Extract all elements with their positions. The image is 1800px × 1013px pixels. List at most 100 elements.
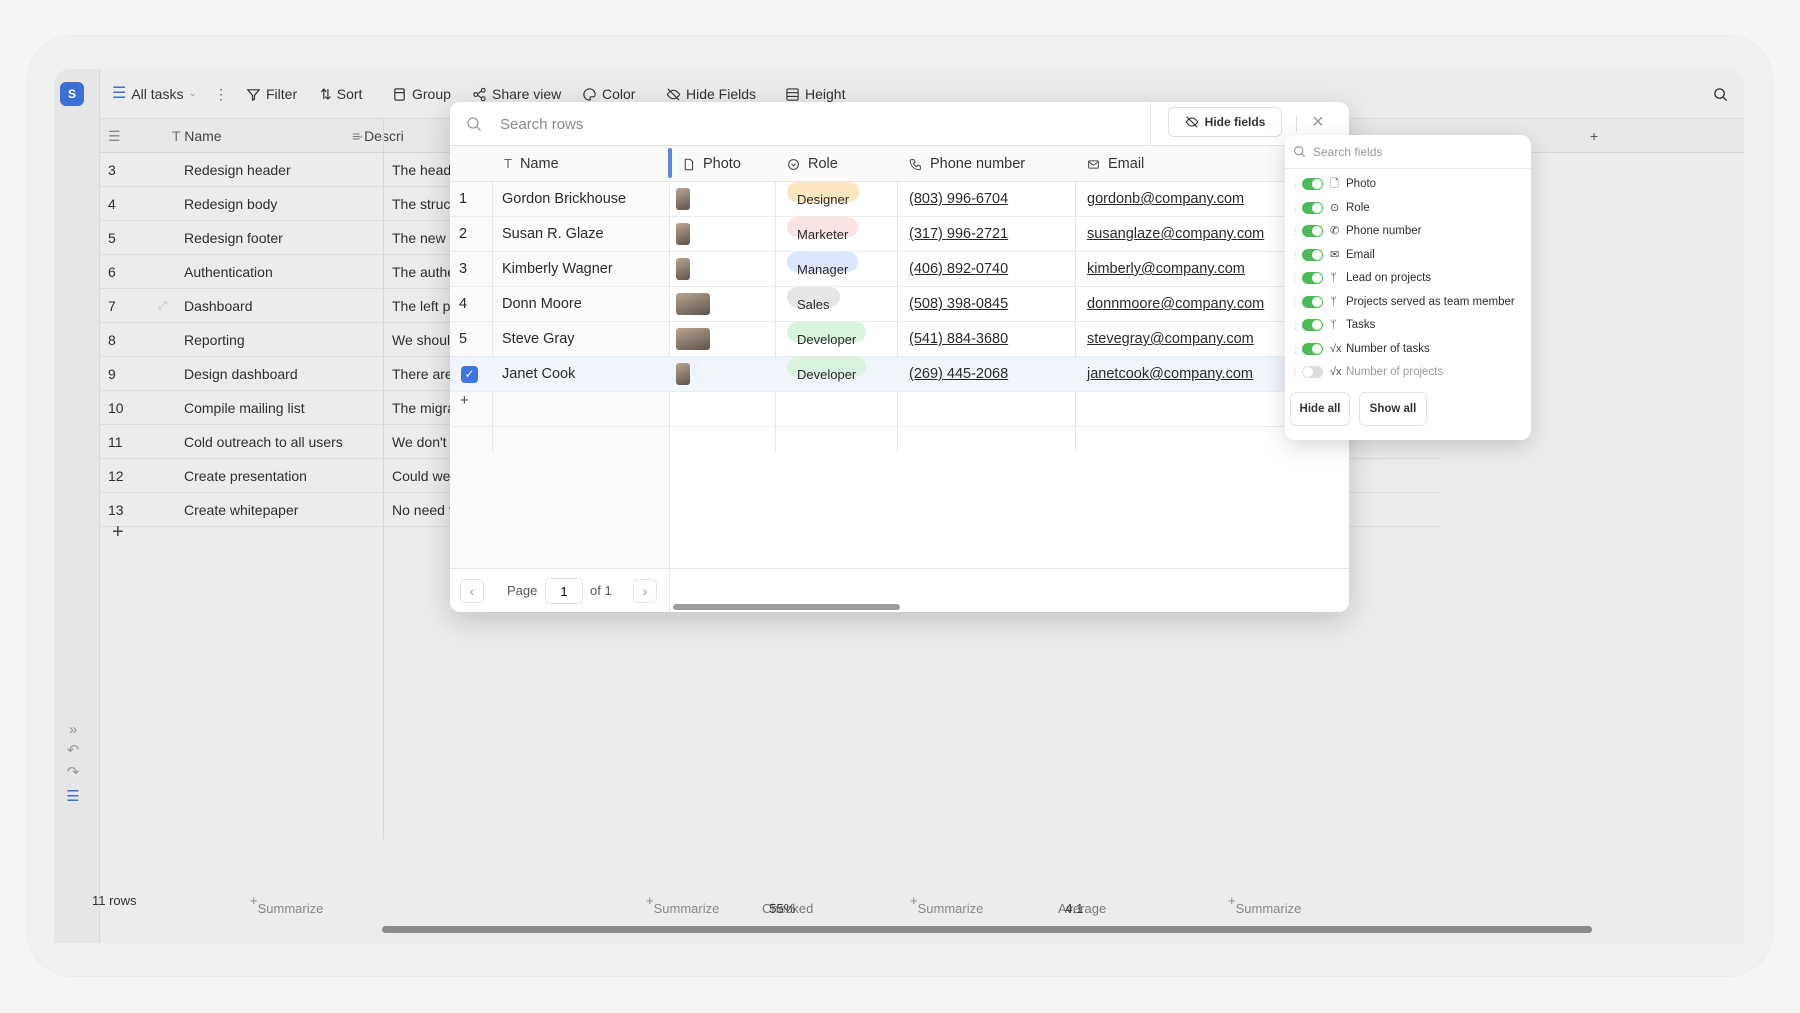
field-toggle-row[interactable]: ⋮ ᛘ Lead on projects (1285, 267, 1531, 290)
column-resize-handle[interactable] (668, 148, 672, 178)
drag-handle-icon[interactable]: ⋮ (1291, 320, 1300, 330)
column-header-description[interactable]: ≡ Descri (352, 119, 404, 153)
drag-handle-icon[interactable]: ⋮ (1291, 203, 1300, 213)
description-cell[interactable]: There are (392, 357, 452, 391)
summarize-button[interactable]: + Summarize (910, 893, 983, 916)
expand-icon[interactable]: » (64, 721, 82, 739)
field-toggle-row[interactable]: ⋮ 🗋 Photo (1285, 173, 1531, 196)
drag-handle-icon[interactable]: ⋮ (1291, 297, 1300, 307)
table-row[interactable]: 3 Kimberly Wagner Manager (406) 892-0740 kim… (450, 252, 1349, 287)
description-cell[interactable]: Could we (392, 459, 452, 493)
name-cell[interactable]: Donn Moore (502, 287, 582, 322)
task-name-cell[interactable]: Compile mailing list (184, 391, 374, 425)
summarize-button[interactable]: + Summarize (250, 893, 323, 916)
photo-thumbnail[interactable] (676, 258, 690, 280)
field-toggle[interactable] (1302, 319, 1323, 331)
field-toggle-row[interactable]: ⋮ ⊙ Role (1285, 197, 1531, 220)
role-badge[interactable]: Developer (787, 357, 867, 382)
more-menu-icon[interactable]: ⋮ (214, 83, 228, 105)
field-toggle-row[interactable]: ⋮ ✆ Phone number (1285, 220, 1531, 243)
search-fields-input[interactable] (1313, 142, 1513, 162)
task-name-cell[interactable]: Cold outreach to all users (184, 425, 374, 459)
description-cell[interactable]: We don't r (392, 425, 452, 459)
field-toggle[interactable] (1302, 295, 1323, 308)
field-toggle-row[interactable]: ⋮ √x Number of projects (1285, 361, 1531, 384)
field-toggle[interactable] (1302, 272, 1323, 284)
column-header-phone[interactable]: Phone number (909, 146, 1025, 182)
workspace-avatar[interactable]: S (60, 82, 84, 106)
group-button[interactable]: Group (392, 83, 451, 105)
field-toggle[interactable] (1302, 225, 1323, 237)
next-page-button[interactable]: › (633, 579, 657, 603)
photo-thumbnail[interactable] (676, 223, 690, 245)
column-header-email[interactable]: Email (1087, 146, 1144, 182)
column-header-role[interactable]: Role (787, 146, 838, 182)
email-link[interactable]: donnmoore@company.com (1087, 287, 1264, 322)
search-icon[interactable] (1713, 83, 1728, 105)
task-name-cell[interactable]: Authentication (184, 255, 374, 289)
table-row[interactable]: 1 Gordon Brickhouse Designer (803) 996-6704… (450, 182, 1349, 217)
drag-handle-icon[interactable]: ⋮ (1291, 226, 1300, 236)
phone-link[interactable]: (541) 884-3680 (909, 322, 1008, 357)
hide-fields-button[interactable]: Hide fields (1168, 107, 1282, 137)
description-cell[interactable]: The new f (392, 221, 452, 255)
table-row[interactable]: 2 Susan R. Glaze Marketer (317) 996-2721 sus… (450, 217, 1349, 252)
phone-link[interactable]: (508) 398-0845 (909, 287, 1008, 322)
table-view-icon[interactable]: ☰ (64, 788, 82, 806)
name-cell[interactable]: Susan R. Glaze (502, 217, 604, 252)
drag-handle-icon[interactable]: ⋮ (1291, 250, 1300, 260)
checked-summary[interactable]: Checked 55% (762, 893, 813, 916)
add-row-button[interactable]: + (460, 392, 469, 409)
add-column-icon[interactable]: + (1590, 119, 1598, 153)
name-cell[interactable]: Janet Cook (502, 357, 575, 392)
phone-link[interactable]: (317) 996-2721 (909, 217, 1008, 252)
table-row[interactable]: ✓ Janet Cook Developer (269) 445-2068 janetc… (450, 357, 1349, 392)
drag-handle-icon[interactable]: ⋮ (1291, 273, 1300, 283)
email-link[interactable]: susanglaze@company.com (1087, 217, 1264, 252)
email-link[interactable]: gordonb@company.com (1087, 182, 1244, 217)
field-toggle-row[interactable]: ⋮ ᛘ Tasks (1285, 314, 1531, 337)
role-badge[interactable]: Developer (787, 322, 867, 347)
description-cell[interactable]: The migra (392, 391, 452, 425)
description-cell[interactable]: The struct (392, 187, 452, 221)
row-checkbox[interactable]: ✓ (461, 366, 478, 383)
column-header-name[interactable]: T Name (504, 146, 559, 182)
photo-thumbnail[interactable] (676, 293, 710, 315)
task-name-cell[interactable]: Redesign footer (184, 221, 374, 255)
field-toggle[interactable] (1302, 248, 1323, 261)
description-cell[interactable]: The heade (392, 153, 452, 187)
hide-all-button[interactable]: Hide all (1290, 392, 1350, 426)
redo-icon[interactable]: ↷ (64, 764, 82, 782)
show-all-button[interactable]: Show all (1359, 392, 1427, 426)
summarize-button[interactable]: + Summarize (646, 893, 719, 916)
role-badge[interactable]: Designer (787, 182, 860, 207)
close-icon[interactable]: × (1308, 112, 1328, 132)
task-name-cell[interactable]: Redesign body (184, 187, 374, 221)
add-row-button[interactable]: + (112, 521, 124, 544)
description-cell[interactable]: No need t (392, 493, 452, 527)
drag-handle-icon[interactable]: ⋮ (1291, 344, 1300, 354)
field-toggle-row[interactable]: ⋮ √x Number of tasks (1285, 338, 1531, 361)
drag-handle-icon[interactable]: ⋮ (1291, 367, 1300, 377)
task-name-cell[interactable]: Create whitepaper (184, 493, 374, 527)
name-cell[interactable]: Steve Gray (502, 322, 575, 357)
filter-button[interactable]: Filter (246, 83, 297, 105)
task-name-cell[interactable]: Reporting (184, 323, 374, 357)
phone-link[interactable]: (803) 996-6704 (909, 182, 1008, 217)
role-badge[interactable]: Marketer (787, 217, 859, 242)
field-toggle[interactable] (1302, 342, 1323, 355)
photo-thumbnail[interactable] (676, 188, 690, 210)
task-name-cell[interactable]: Redesign header (184, 153, 374, 187)
email-link[interactable]: janetcook@company.com (1087, 357, 1253, 392)
role-badge[interactable]: Sales (787, 287, 840, 312)
task-name-cell[interactable]: Dashboard (184, 289, 374, 323)
summarize-button[interactable]: + Summarize (1228, 893, 1301, 916)
field-toggle[interactable] (1302, 201, 1323, 214)
column-header-photo[interactable]: Photo (682, 146, 741, 182)
sort-button[interactable]: ⇅ Sort (320, 83, 362, 105)
drag-handle-icon[interactable]: ⋮ (1291, 179, 1300, 189)
description-cell[interactable]: The authe (392, 255, 452, 289)
horizontal-scrollbar[interactable] (673, 604, 900, 610)
field-toggle-row[interactable]: ⋮ ᛘ Projects served as team member (1285, 291, 1531, 314)
horizontal-scrollbar[interactable] (382, 926, 1592, 933)
